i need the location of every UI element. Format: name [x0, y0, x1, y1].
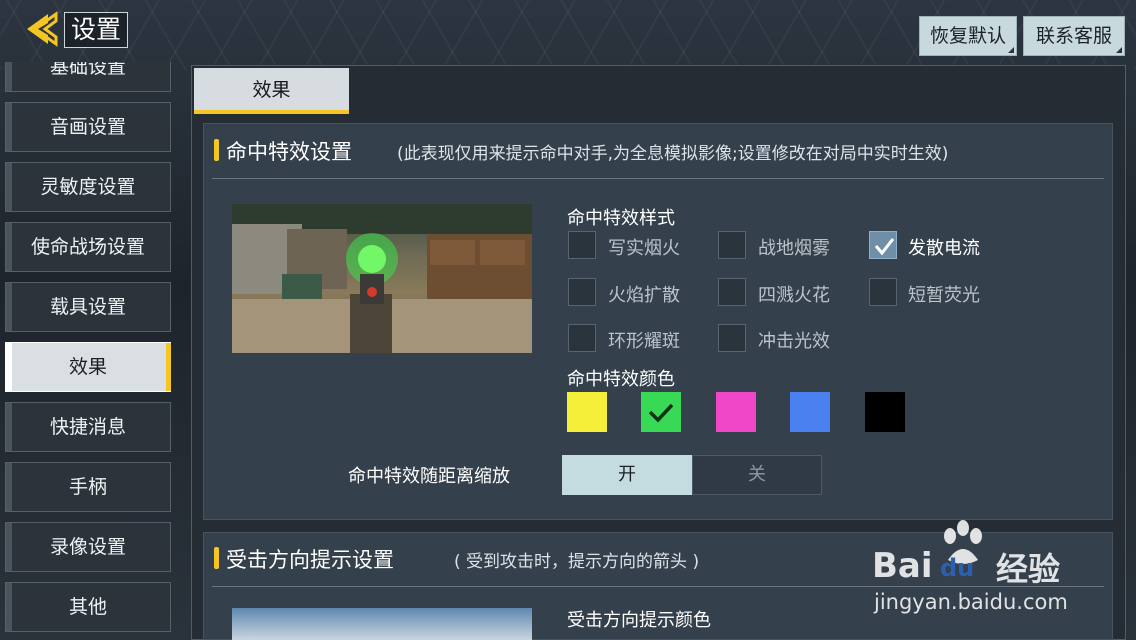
option-brief-glow-checkbox[interactable] [869, 278, 897, 306]
section-marker [214, 547, 219, 569]
option-label: 短暂荧光 [908, 285, 980, 306]
preview-scene [232, 204, 532, 353]
sidebar-item-vehicle[interactable]: 载具设置 [5, 282, 171, 332]
hit-direction-preview-image [232, 608, 532, 640]
toggle-on-button[interactable]: 开 [562, 455, 692, 495]
sidebar-item-sensitivity[interactable]: 灵敏度设置 [5, 162, 171, 212]
section-note: (此表现仅用来提示命中对手,为全息模拟影像;设置修改在对局中实时生效) [397, 144, 949, 164]
color-swatch-green[interactable] [641, 392, 681, 432]
color-swatch-blue[interactable] [790, 392, 830, 432]
page-title: 设置 [64, 12, 129, 48]
color-swatch-yellow[interactable] [567, 392, 607, 432]
sidebar-item-audio-video[interactable]: 音画设置 [5, 102, 171, 152]
color-swatch-black[interactable] [865, 392, 905, 432]
option-electric-current-checkbox[interactable] [869, 231, 897, 259]
color-swatch-magenta[interactable] [716, 392, 756, 432]
option-sparks-checkbox[interactable] [718, 278, 746, 306]
back-arrow-icon [27, 11, 58, 47]
option-label: 冲击光效 [758, 331, 830, 352]
style-label: 命中特效样式 [567, 208, 675, 229]
section-title: 受击方向提示设置 [226, 548, 394, 572]
sidebar-item-other[interactable]: 其他 [5, 582, 171, 632]
hit-effect-preview-image [232, 204, 532, 353]
option-label: 战地烟雾 [758, 238, 830, 259]
option-label: 环形耀斑 [608, 331, 680, 352]
section-title: 命中特效设置 [226, 140, 352, 164]
option-label: 四溅火花 [758, 285, 830, 306]
section-divider [212, 586, 1104, 587]
sidebar-item-controller[interactable]: 手柄 [5, 462, 171, 512]
sidebar-item-quick-message[interactable]: 快捷消息 [5, 402, 171, 452]
option-impact-light-checkbox[interactable] [718, 324, 746, 352]
color-label: 命中特效颜色 [567, 369, 675, 390]
option-battlefield-smoke-checkbox[interactable] [718, 231, 746, 259]
sidebar-item-effects[interactable]: 效果 [5, 342, 171, 392]
option-ring-flare-checkbox[interactable] [568, 324, 596, 352]
active-indicator [166, 343, 171, 391]
checkmark-icon [648, 403, 674, 423]
option-label: 发散电流 [908, 238, 980, 259]
sidebar-item-basic[interactable]: 基础设置 [5, 62, 171, 92]
checkmark-icon [874, 238, 895, 256]
section-marker [214, 139, 219, 161]
section-divider [212, 178, 1104, 179]
sidebar-item-recording[interactable]: 录像设置 [5, 522, 171, 572]
contact-service-button[interactable]: 联系客服 [1023, 16, 1125, 56]
tab-effects[interactable]: 效果 [194, 68, 349, 114]
option-label: 火焰扩散 [608, 285, 680, 306]
option-realistic-fireworks-checkbox[interactable] [568, 231, 596, 259]
direction-color-label: 受击方向提示颜色 [567, 610, 711, 631]
option-label: 写实烟火 [608, 238, 680, 259]
sidebar-item-battlefield[interactable]: 使命战场设置 [5, 222, 171, 272]
toggle-off-button[interactable]: 关 [692, 455, 822, 495]
option-flame-spread-checkbox[interactable] [568, 278, 596, 306]
distance-scale-label: 命中特效随距离缩放 [348, 466, 510, 487]
restore-default-button[interactable]: 恢复默认 [919, 16, 1017, 56]
sidebar: 基础设置 音画设置 灵敏度设置 使命战场设置 载具设置 效果 快捷消息 手柄 录… [0, 62, 180, 640]
section-note: ( 受到攻击时，提示方向的箭头 ) [454, 552, 700, 572]
